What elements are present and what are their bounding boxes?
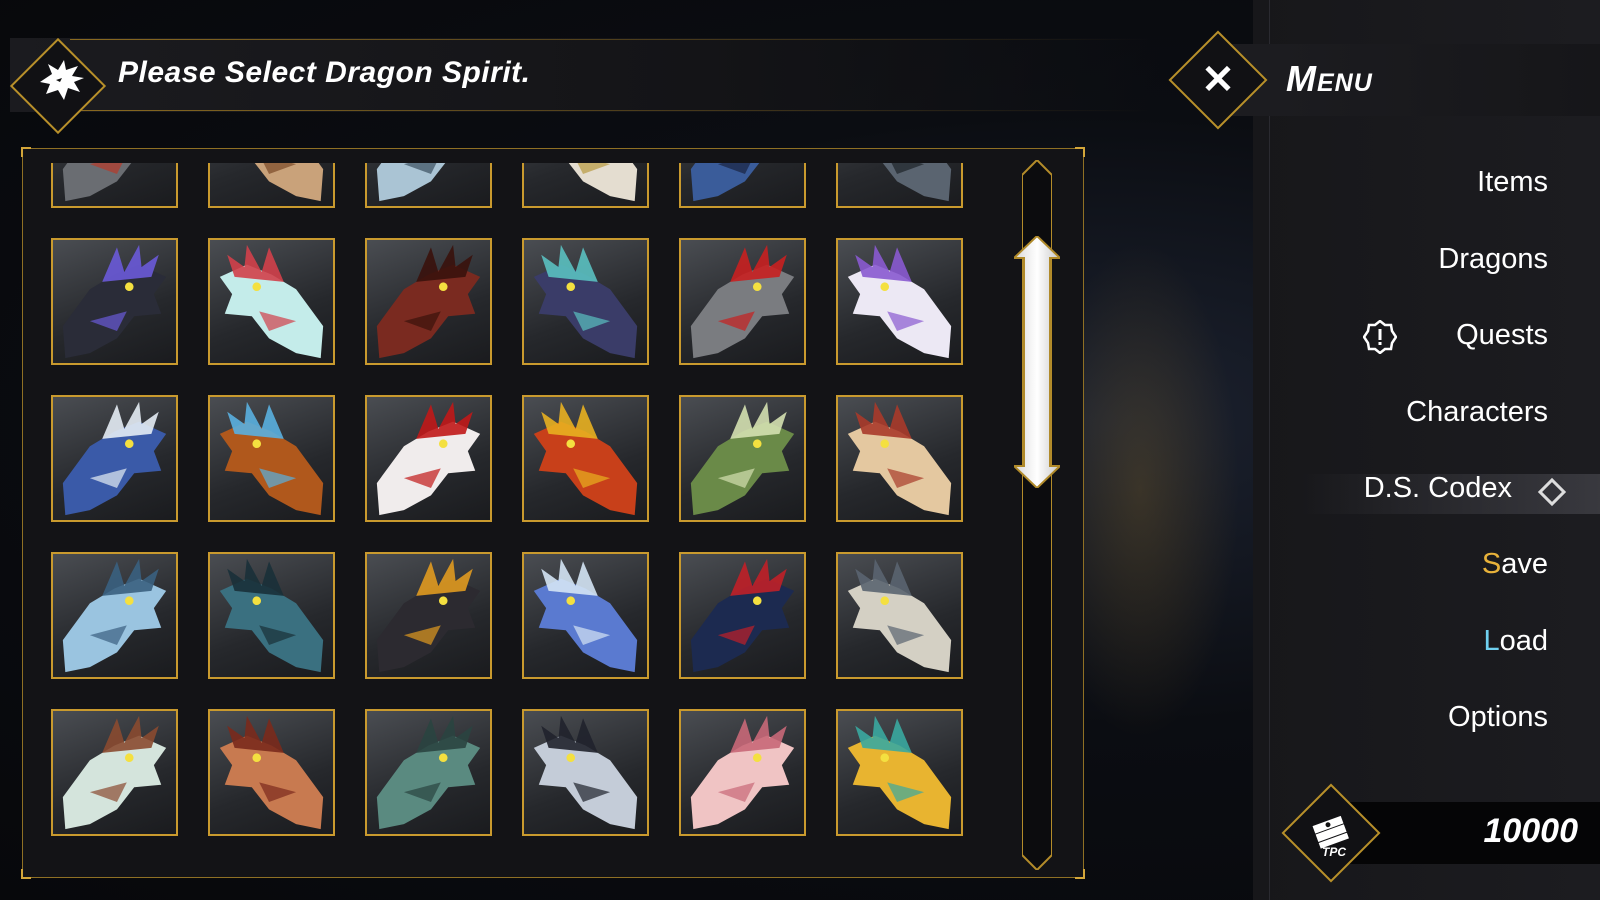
- save-rest: ave: [1501, 548, 1548, 580]
- dragon-tile-magma-dragon[interactable]: [522, 395, 649, 522]
- dragon-tile-violet-shadow-dragon[interactable]: [51, 238, 178, 365]
- load-initial: L: [1483, 625, 1500, 657]
- scrollbar-thumb[interactable]: [1011, 234, 1063, 490]
- dragon-tile-tan-horned-dragon[interactable]: [208, 163, 335, 208]
- dragon-grid: [51, 163, 981, 868]
- dragon-tile-crimson-spiked-dragon[interactable]: [365, 238, 492, 365]
- dragon-portrait-icon: [219, 244, 324, 359]
- dragon-portrait-icon: [376, 163, 446, 202]
- dragon-portrait-icon: [219, 715, 324, 830]
- menu-item-characters[interactable]: Characters: [1406, 396, 1548, 429]
- dragon-tile-golden-flame-dragon[interactable]: [836, 709, 963, 836]
- menu-item-dragons[interactable]: Dragons: [1438, 243, 1548, 276]
- dragon-tile-ivory-horn-dragon[interactable]: [836, 552, 963, 679]
- menu-item-ds-codex[interactable]: D.S. Codex: [1364, 472, 1512, 505]
- dragon-tile-white-gold-dragon[interactable]: [522, 163, 649, 208]
- dragon-portrait-icon: [62, 715, 167, 830]
- menu-item-options[interactable]: Options: [1448, 701, 1548, 734]
- panel-corner: [21, 147, 31, 157]
- dragon-tile-crystal-blue-dragon[interactable]: [522, 552, 649, 679]
- dragon-portrait-icon: [847, 715, 952, 830]
- dragon-tile-jade-whisker-dragon[interactable]: [365, 709, 492, 836]
- dragon-head-icon: [34, 52, 90, 108]
- alert-icon: [1362, 319, 1398, 355]
- dragon-portrait-icon: [62, 401, 167, 516]
- panel-corner: [1075, 147, 1085, 157]
- header-border-bottom: [70, 110, 1150, 111]
- dragon-tile-white-red-crest-dragon[interactable]: [365, 395, 492, 522]
- dragon-tile-aqua-spotted-dragon[interactable]: [208, 238, 335, 365]
- menu-item-items[interactable]: Items: [1477, 166, 1548, 199]
- load-rest: oad: [1499, 625, 1548, 657]
- dragon-portrait-icon: [376, 244, 481, 359]
- dragon-tile-antler-white-dragon[interactable]: [51, 709, 178, 836]
- dragon-portrait-icon: [376, 401, 481, 516]
- dragon-portrait-icon: [376, 558, 481, 673]
- dragon-tile-white-purple-horned-dragon[interactable]: [836, 238, 963, 365]
- header-border-top: [70, 39, 1150, 40]
- dragon-portrait-icon: [847, 401, 952, 516]
- menu-item-load[interactable]: Load: [1483, 625, 1548, 658]
- dragon-tile-silver-fanged-dragon[interactable]: [679, 238, 806, 365]
- close-icon[interactable]: ✕: [1196, 58, 1240, 102]
- tpc-money-icon: TPC: [1305, 808, 1357, 860]
- dragon-tile-bone-beak-dragon[interactable]: [836, 395, 963, 522]
- dragon-portrait-icon: [376, 715, 481, 830]
- dragon-portrait-icon: [690, 401, 795, 516]
- page-title: Please Select Dragon Spirit.: [118, 56, 531, 89]
- dragon-tile-azure-mask-dragon[interactable]: [51, 395, 178, 522]
- dragon-portrait-icon: [690, 163, 760, 202]
- dragon-portrait-icon: [568, 163, 638, 202]
- dragon-tile-teal-armored-dragon[interactable]: [208, 552, 335, 679]
- tpc-label: TPC: [1322, 845, 1346, 859]
- dragon-portrait-icon: [533, 244, 638, 359]
- dragon-portrait-icon: [847, 558, 952, 673]
- dragon-tile-moss-green-dragon[interactable]: [679, 395, 806, 522]
- dragon-portrait-icon: [219, 558, 324, 673]
- dragon-portrait-icon: [62, 558, 167, 673]
- dragon-portrait-icon: [690, 244, 795, 359]
- dragon-selection-panel: [21, 147, 1085, 879]
- dragon-portrait-icon: [690, 715, 795, 830]
- menu-title: Menu: [1286, 58, 1373, 99]
- dragon-portrait-icon: [62, 163, 132, 202]
- dragon-tile-raven-dragon[interactable]: [522, 238, 649, 365]
- dragon-portrait-icon: [882, 163, 952, 202]
- dragon-portrait-icon: [62, 244, 167, 359]
- dragon-tile-red-striped-dragon[interactable]: [51, 163, 178, 208]
- dragon-portrait-icon: [533, 401, 638, 516]
- dragon-tile-pale-blue-dragon[interactable]: [365, 163, 492, 208]
- dragon-tile-frost-blue-dragon[interactable]: [51, 552, 178, 679]
- dragon-portrait-icon: [533, 558, 638, 673]
- panel-corner: [21, 869, 31, 879]
- dragon-tile-steel-grey-dragon[interactable]: [836, 163, 963, 208]
- dragon-portrait-icon: [690, 558, 795, 673]
- dragon-portrait-icon: [254, 163, 324, 202]
- menu-panel: [1253, 0, 1600, 900]
- panel-corner: [1075, 869, 1085, 879]
- dragon-tile-ink-curl-dragon[interactable]: [522, 709, 649, 836]
- menu-header: [1215, 44, 1600, 116]
- dragon-tile-rust-maw-dragon[interactable]: [208, 709, 335, 836]
- dragon-tile-pink-fluff-dragon[interactable]: [679, 709, 806, 836]
- dragon-tile-navy-dragon[interactable]: [679, 163, 806, 208]
- save-initial: S: [1481, 548, 1502, 580]
- dragon-portrait-icon: [847, 244, 952, 359]
- dragon-portrait-icon: [533, 715, 638, 830]
- dragon-tile-red-green-fin-dragon[interactable]: [679, 552, 806, 679]
- dragon-portrait-icon: [219, 401, 324, 516]
- menu-item-quests[interactable]: Quests: [1456, 319, 1548, 352]
- dragon-tile-obsidian-gold-dragon[interactable]: [365, 552, 492, 679]
- currency-value: 10000: [1483, 812, 1578, 850]
- dragon-tile-orange-blue-eye-dragon[interactable]: [208, 395, 335, 522]
- menu-item-save[interactable]: Save: [1482, 548, 1548, 581]
